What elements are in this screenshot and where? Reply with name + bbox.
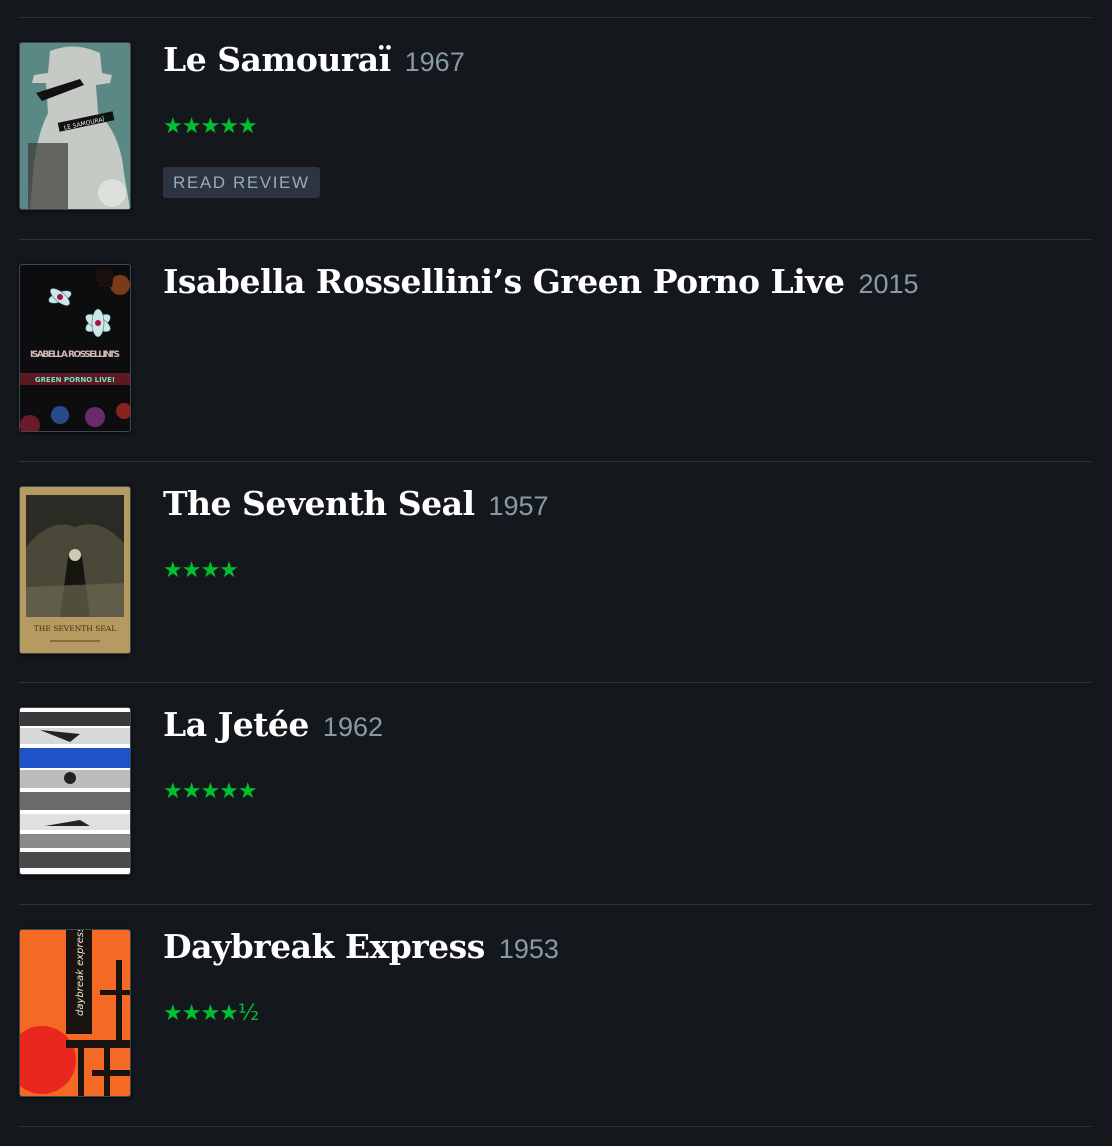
film-year[interactable]: 1953 <box>499 934 559 964</box>
title-line: Daybreak Express 1953 <box>163 927 559 966</box>
read-review-button[interactable]: READ REVIEW <box>163 167 320 198</box>
film-row-daybreak-express: daybreak express Daybreak Express 1953 ★… <box>0 905 1112 1126</box>
poster-art <box>20 708 130 874</box>
poster-title-text: THE SEVENTH SEAL <box>34 624 116 633</box>
film-title[interactable]: Daybreak Express <box>163 927 485 966</box>
poster-la-jetee[interactable] <box>19 707 131 875</box>
title-line: The Seventh Seal 1957 <box>163 484 549 523</box>
film-row-seventh-seal: THE SEVENTH SEAL The Seventh Seal 1957 ★… <box>0 462 1112 683</box>
star-rating: ★★★★★ <box>163 779 258 804</box>
film-year[interactable]: 2015 <box>858 269 918 299</box>
film-row-le-samourai: LE SAMOURAÏ Le Samouraï 1967 ★★★★★ READ … <box>0 18 1112 239</box>
title-line: La Jetée 1962 <box>163 705 383 744</box>
film-title[interactable]: La Jetée <box>163 705 309 744</box>
film-title[interactable]: The Seventh Seal <box>163 484 475 523</box>
poster-seventh-seal[interactable]: THE SEVENTH SEAL <box>19 486 131 654</box>
star-rating: ★★★★ <box>163 558 239 583</box>
star-rating: ★★★★½ <box>163 1001 259 1026</box>
poster-daybreak-express[interactable]: daybreak express <box>19 929 131 1097</box>
poster-art: THE SEVENTH SEAL <box>20 487 130 653</box>
title-line: Isabella Rossellini’s Green Porno Live 2… <box>163 262 919 301</box>
poster-subtitle-text: GREEN PORNO LIVE! <box>35 376 115 384</box>
film-year[interactable]: 1967 <box>405 47 465 77</box>
film-list: LE SAMOURAÏ Le Samouraï 1967 ★★★★★ READ … <box>0 0 1112 1146</box>
poster-title-text: ISABELLA ROSSELLINI'S <box>30 350 120 360</box>
poster-title-text: daybreak express <box>75 930 86 1016</box>
poster-le-samourai[interactable]: LE SAMOURAÏ <box>19 42 131 210</box>
divider <box>19 1126 1091 1127</box>
poster-green-porno-live[interactable]: ISABELLA ROSSELLINI'S GREEN PORNO LIVE! <box>19 264 131 432</box>
film-year[interactable]: 1962 <box>323 712 383 742</box>
film-row-green-porno-live: ISABELLA ROSSELLINI'S GREEN PORNO LIVE! … <box>0 240 1112 461</box>
poster-art: LE SAMOURAÏ <box>20 43 130 209</box>
film-year[interactable]: 1957 <box>489 491 549 521</box>
film-title[interactable]: Le Samouraï <box>163 40 391 79</box>
poster-art: daybreak express <box>20 930 130 1096</box>
film-row-la-jetee: La Jetée 1962 ★★★★★ <box>0 683 1112 904</box>
title-line: Le Samouraï 1967 <box>163 40 465 79</box>
star-rating: ★★★★★ <box>163 114 258 139</box>
film-title[interactable]: Isabella Rossellini’s Green Porno Live <box>163 262 845 301</box>
poster-art: ISABELLA ROSSELLINI'S GREEN PORNO LIVE! <box>20 265 130 431</box>
